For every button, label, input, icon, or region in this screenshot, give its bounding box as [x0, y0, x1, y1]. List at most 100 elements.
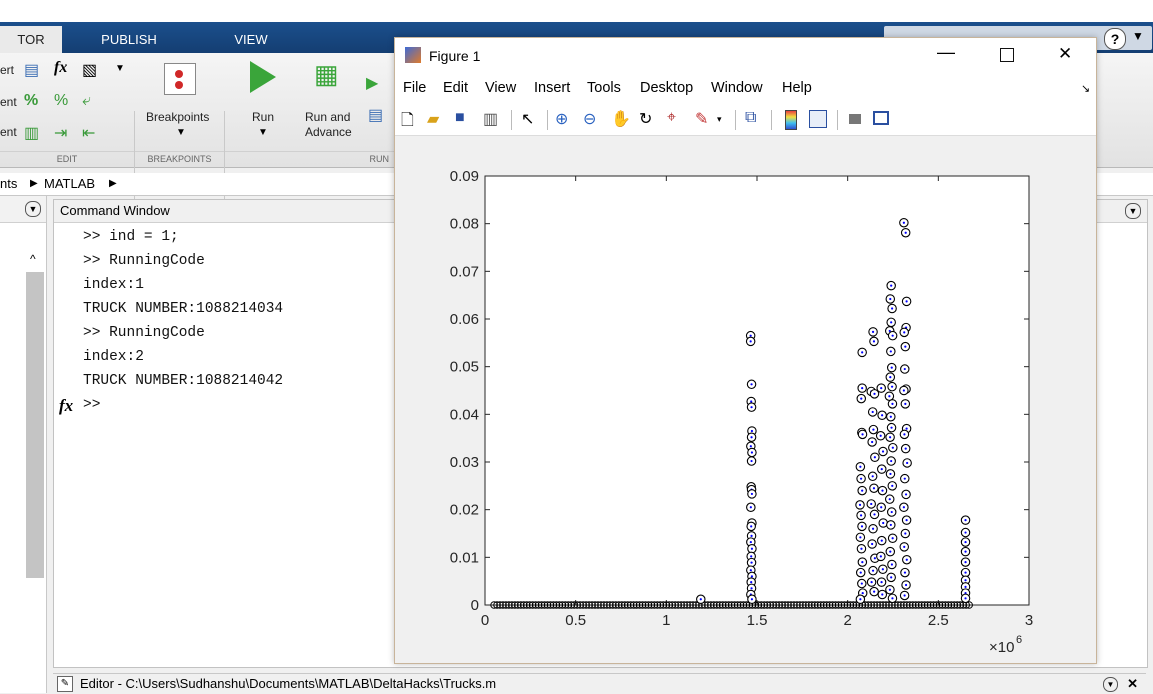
rotate-icon[interactable]: ↻	[639, 109, 652, 129]
smart-indent-icon[interactable]: ▥	[24, 123, 39, 143]
data-point-center	[903, 594, 906, 597]
print-icon[interactable]: ▥	[483, 109, 498, 129]
breadcrumb-arrow-icon[interactable]: ▶	[30, 173, 38, 195]
data-point-center	[861, 351, 864, 354]
link-icon[interactable]: ⧉	[745, 109, 756, 127]
breakpoints-button[interactable]: Breakpoints	[146, 110, 209, 124]
run-icon[interactable]	[250, 61, 276, 93]
data-point-center	[750, 581, 753, 584]
tab-view[interactable]: VIEW	[196, 26, 306, 53]
command-prompt[interactable]: >>	[83, 397, 100, 413]
maximize-icon[interactable]	[1000, 48, 1014, 62]
help-icon[interactable]: ?	[1104, 28, 1126, 50]
panel-menu-icon[interactable]: ▼	[25, 201, 41, 217]
brush-icon[interactable]: ✎	[695, 109, 708, 129]
separator	[735, 110, 736, 130]
colorbar-icon[interactable]	[785, 110, 797, 130]
tab-publish[interactable]: PUBLISH	[64, 26, 194, 53]
editor-bar[interactable]: ✎ Editor - C:\Users\Sudhanshu\Documents\…	[53, 673, 1146, 694]
data-point-center	[888, 498, 891, 501]
command-line: TRUCK NUMBER:1088214034	[83, 301, 284, 317]
menu-edit[interactable]: Edit	[443, 80, 468, 96]
minimize-icon[interactable]: —	[937, 42, 955, 63]
data-point-center	[964, 579, 967, 582]
data-point-center	[964, 585, 967, 588]
data-point-center	[881, 568, 884, 571]
chevron-down-icon[interactable]: ▼	[1132, 29, 1144, 43]
chevron-down-icon[interactable]: ▼	[176, 127, 186, 138]
data-point-center	[750, 525, 753, 528]
menu-help[interactable]: Help	[782, 80, 812, 96]
data-point-center	[904, 493, 908, 496]
run-button[interactable]: Run	[252, 110, 274, 124]
data-point-center	[964, 540, 967, 544]
menu-insert[interactable]: Insert	[534, 80, 570, 96]
pointer-icon[interactable]: ↖	[521, 109, 534, 129]
uncomment-icon[interactable]: %	[54, 92, 68, 110]
insert-function-icon[interactable]: fx	[54, 59, 67, 77]
scrollbar[interactable]	[26, 272, 44, 578]
tab-editor[interactable]: TOR	[0, 26, 62, 53]
figure-toolbar: 🗋 ▰ ■ ▥ ↖ ⊕ ⊖ ✋ ↻ ⌖ ✎ ▾ ⧉	[395, 102, 1096, 136]
outdent-icon[interactable]: ⇤	[82, 123, 95, 143]
figure-window[interactable]: Figure 1 — ✕ File Edit View Insert Tools…	[394, 37, 1097, 664]
legend-icon[interactable]	[809, 110, 827, 128]
comment-icon[interactable]: %	[24, 92, 38, 110]
new-figure-icon[interactable]: 🗋	[401, 109, 414, 136]
panel-menu-icon[interactable]: ▼	[1103, 677, 1118, 692]
function-template-icon[interactable]: ▧	[82, 60, 97, 80]
scatter-plot[interactable]: 0 0.5 1 1.5 2 2.5 3 0 0.01 0.02 0.03 0.04 0.05 0.06 0.…	[395, 136, 1096, 662]
indent-label[interactable]: ent	[0, 125, 17, 139]
breakpoints-icon[interactable]	[164, 63, 196, 95]
data-point-center	[890, 385, 894, 388]
data-point-center	[890, 563, 894, 566]
scroll-up-icon[interactable]: ^	[30, 252, 36, 266]
menu-tools[interactable]: Tools	[587, 80, 621, 96]
y-tick-label: 0.02	[450, 502, 479, 519]
close-icon[interactable]: ✕	[1058, 44, 1072, 64]
breadcrumb-item[interactable]: nts	[0, 173, 17, 195]
comment-label[interactable]: ent	[0, 95, 17, 109]
data-point-center	[750, 451, 754, 454]
indent-icon[interactable]: ⇥	[54, 123, 67, 143]
data-point-center	[889, 297, 892, 301]
hide-plot-tools-icon[interactable]	[849, 114, 861, 124]
zoom-in-icon[interactable]: ⊕	[555, 109, 568, 129]
data-point-center	[873, 513, 876, 516]
panel-menu-icon[interactable]: ▼	[1125, 203, 1141, 219]
data-point-center	[964, 571, 967, 574]
pan-icon[interactable]: ✋	[611, 109, 631, 129]
menu-view[interactable]: View	[485, 80, 516, 96]
y-tick-label: 0.04	[450, 406, 479, 423]
insert-label[interactable]: ert	[0, 63, 14, 77]
data-point-center	[879, 434, 882, 437]
run-and-advance-icon[interactable]: ▦	[314, 59, 339, 90]
wrap-comments-icon[interactable]: ⤶	[82, 92, 91, 110]
show-plot-tools-icon[interactable]	[873, 111, 889, 125]
breadcrumb-arrow-icon[interactable]: ▶	[109, 173, 117, 195]
menu-window[interactable]: Window	[711, 80, 763, 96]
dock-arrow-icon[interactable]: ↘	[1081, 82, 1090, 95]
chevron-down-icon[interactable]: ▼	[115, 63, 125, 74]
y-tick-label: 0.09	[450, 168, 479, 185]
open-file-icon[interactable]: ▰	[427, 109, 439, 129]
data-cursor-icon[interactable]: ⌖	[667, 109, 676, 127]
chevron-down-icon[interactable]: ▼	[258, 127, 268, 138]
zoom-out-icon[interactable]: ⊖	[583, 109, 596, 129]
data-point-center	[860, 397, 863, 400]
run-and-advance-button[interactable]: Run and	[305, 110, 350, 124]
data-point-center	[859, 598, 862, 601]
save-icon[interactable]: ■	[455, 109, 465, 127]
data-point-center	[881, 489, 884, 492]
function-browser-icon[interactable]: fx	[59, 396, 73, 416]
run-section-icon[interactable]: ▶	[366, 73, 378, 93]
separator	[837, 110, 838, 130]
advance-icon[interactable]: ▤	[368, 105, 383, 125]
chevron-down-icon[interactable]: ▾	[717, 114, 722, 125]
menu-file[interactable]: File	[403, 80, 426, 96]
breadcrumb-item-matlab[interactable]: MATLAB	[44, 173, 95, 195]
menu-desktop[interactable]: Desktop	[640, 80, 693, 96]
data-point-center	[889, 550, 892, 553]
insert-section-icon[interactable]: ▤	[24, 60, 39, 80]
close-icon[interactable]: ✕	[1127, 674, 1138, 694]
